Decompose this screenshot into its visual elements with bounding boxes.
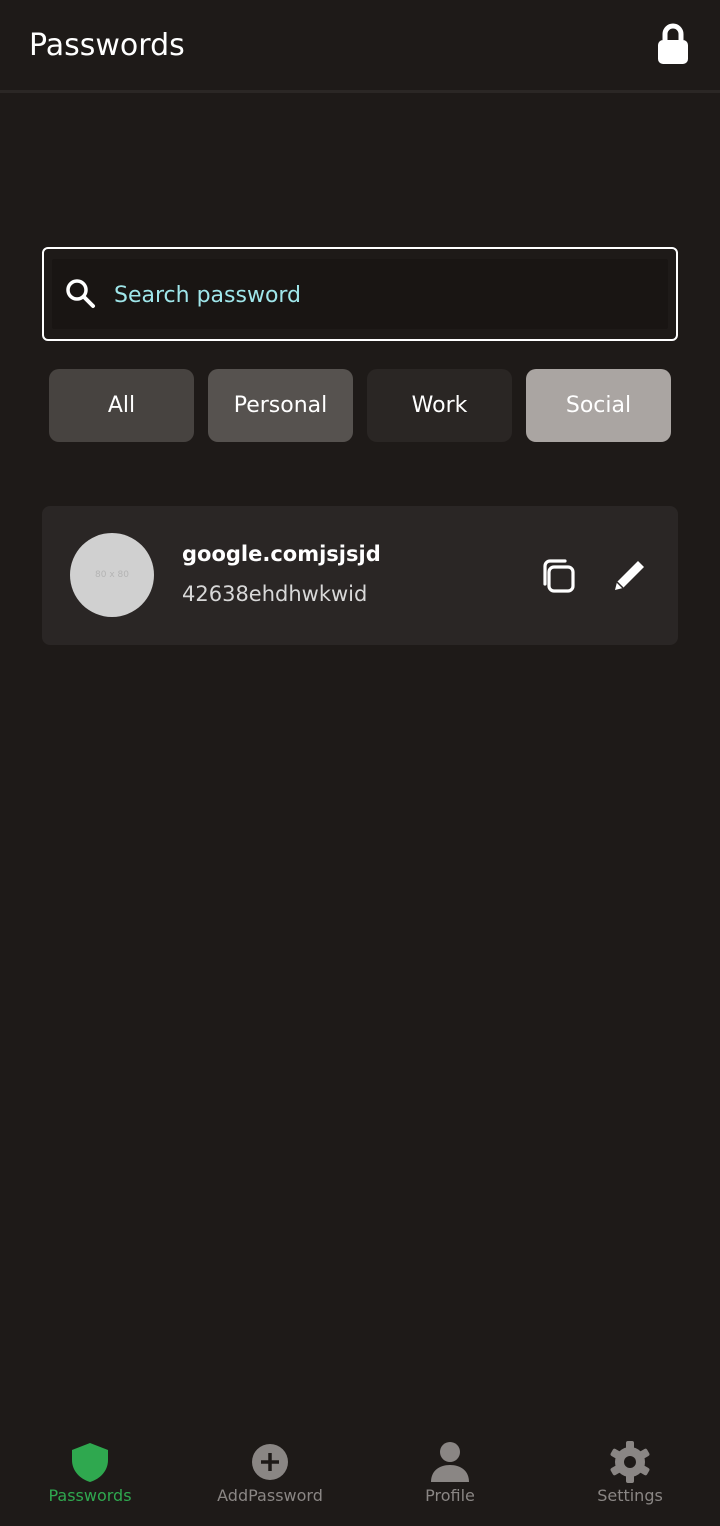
site-avatar: 80 x 80	[70, 533, 154, 617]
filter-chip-work[interactable]: Work	[367, 369, 512, 442]
nav-label-profile: Profile	[425, 1486, 475, 1505]
person-icon	[431, 1442, 469, 1482]
nav-item-passwords[interactable]: Passwords	[0, 1420, 180, 1526]
nav-item-add-password[interactable]: AddPassword	[180, 1420, 360, 1526]
lock-button[interactable]	[656, 22, 690, 66]
copy-button[interactable]	[536, 554, 580, 598]
app-bar: Passwords	[0, 0, 720, 93]
lock-icon	[658, 23, 688, 64]
page-title: Passwords	[29, 28, 185, 63]
gear-icon	[610, 1441, 650, 1483]
search-icon	[66, 279, 95, 308]
nav-label-add-password: AddPassword	[217, 1486, 323, 1505]
nav-item-settings[interactable]: Settings	[540, 1420, 720, 1526]
search-field	[42, 247, 678, 341]
shield-icon	[72, 1443, 108, 1482]
add-circle-icon	[252, 1444, 288, 1480]
edit-button[interactable]	[607, 554, 651, 598]
avatar-placeholder-text: 80 x 80	[95, 570, 129, 580]
edit-icon	[615, 561, 644, 590]
site-name: google.comjsjsjd	[182, 542, 381, 566]
bottom-navigation: Passwords AddPassword Profile Settings	[0, 1420, 720, 1526]
nav-item-profile[interactable]: Profile	[360, 1420, 540, 1526]
nav-label-settings: Settings	[597, 1486, 663, 1505]
filter-chip-social[interactable]: Social	[526, 369, 671, 442]
copy-icon	[543, 559, 575, 593]
site-password: 42638ehdhwkwid	[182, 582, 368, 606]
password-card[interactable]: 80 x 80 google.comjsjsjd 42638ehdhwkwid	[42, 506, 678, 645]
search-input[interactable]	[112, 269, 636, 321]
filter-chip-personal[interactable]: Personal	[208, 369, 353, 442]
filter-chip-all[interactable]: All	[49, 369, 194, 442]
nav-label-passwords: Passwords	[48, 1486, 132, 1505]
